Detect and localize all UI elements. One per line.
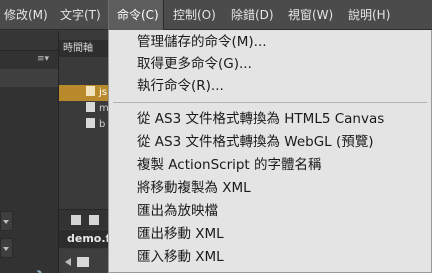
list-item[interactable]: m: [59, 101, 109, 117]
menu-help[interactable]: 說明(H): [348, 0, 396, 30]
camera-icon[interactable]: [77, 257, 89, 267]
commands-dropdown-menu: 管理儲存的命令(M)... 取得更多命令(G)... 執行命令(R)... 從 …: [108, 30, 432, 273]
menu-control[interactable]: 控制(O): [173, 0, 221, 30]
menu-item-import-motion-xml[interactable]: 匯入移動 XML: [137, 246, 224, 268]
menu-item-export-projector[interactable]: 匯出為放映檔: [137, 200, 218, 222]
menu-item-export-motion-xml[interactable]: 匯出移動 XML: [137, 223, 224, 245]
menu-item-copy-motion-xml[interactable]: 將移動複製為 XML: [137, 177, 251, 199]
menu-item-convert-webgl[interactable]: 從 AS3 文件格式轉換為 WebGL (預覽): [137, 131, 374, 153]
tab-timeline[interactable]: 時間軸: [59, 40, 109, 57]
menu-item-get-more-commands[interactable]: 取得更多命令(G)...: [137, 53, 252, 75]
dropdown-arrow-icon[interactable]: [0, 238, 13, 258]
menu-commands[interactable]: 命令(C): [108, 0, 164, 30]
menu-text[interactable]: 文字(T): [60, 0, 106, 30]
menu-bar: 修改(M) 文字(T) 命令(C) 控制(O) 除錯(D) 視窗(W) 說明(H…: [0, 0, 432, 30]
file-icon: [86, 102, 95, 112]
menu-item-copy-font-names[interactable]: 複製 ActionScript 的字體名稱: [137, 154, 322, 176]
menu-debug[interactable]: 除錯(D): [231, 0, 277, 30]
menu-item-convert-html5-canvas[interactable]: 從 AS3 文件格式轉換為 HTML5 Canvas: [137, 108, 384, 130]
dropdown-arrow-icon[interactable]: [0, 211, 13, 231]
timeline-strip: [59, 249, 109, 273]
file-icon: [86, 118, 95, 128]
menu-item-manage-saved-commands[interactable]: 管理儲存的命令(M)...: [137, 31, 267, 53]
folder-icon[interactable]: [89, 215, 99, 225]
list-item-label: js: [99, 87, 107, 98]
list-item[interactable]: b: [59, 117, 109, 133]
left-panel: ≡▾ 🔧: [0, 31, 58, 273]
panel-toolbar: [0, 69, 58, 87]
menu-item-run-command[interactable]: 執行命令(R)...: [137, 75, 224, 97]
document-tab[interactable]: demo.fla: [59, 230, 109, 248]
list-item[interactable]: js: [59, 85, 109, 101]
menu-separator: [113, 102, 427, 103]
new-symbol-icon[interactable]: [71, 215, 81, 225]
panel-header: [0, 31, 58, 51]
library-toolbar: [59, 209, 109, 229]
file-icon: [86, 86, 95, 96]
list-item-label: b: [99, 119, 106, 130]
back-arrow-icon[interactable]: [65, 258, 71, 266]
library-panel: 時間軸 js m b demo.fla: [58, 31, 109, 273]
panel-menu-icon[interactable]: ≡▾: [37, 52, 55, 66]
menu-window[interactable]: 視窗(W): [288, 0, 338, 30]
menu-modify[interactable]: 修改(M): [0, 0, 52, 30]
